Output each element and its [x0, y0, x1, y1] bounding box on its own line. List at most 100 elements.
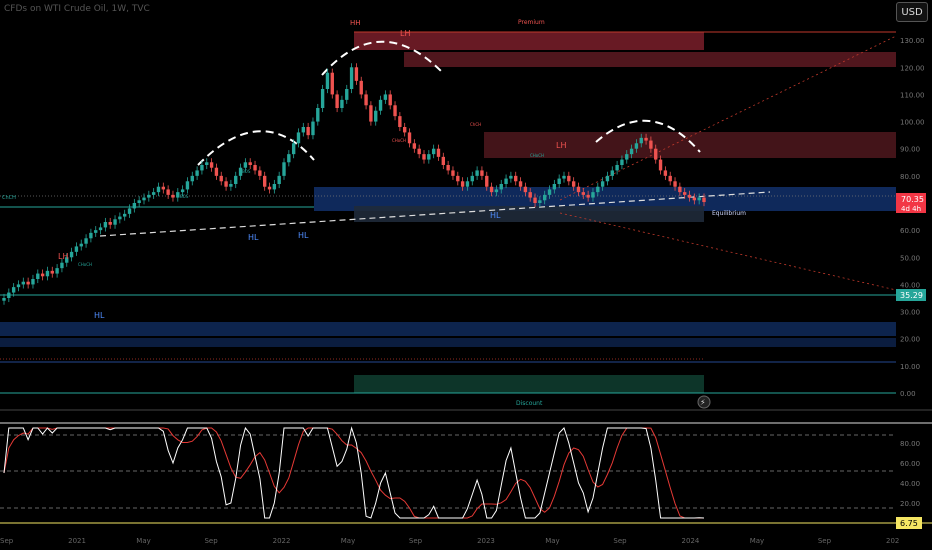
candle-body [398, 116, 402, 127]
price-tick: 0.00 [900, 390, 916, 398]
candle-body [465, 181, 470, 187]
candle-body [21, 281, 25, 285]
candle-body [291, 143, 296, 155]
price-tick: 110.00 [900, 91, 925, 99]
candle-body [422, 154, 426, 160]
candle-body [494, 189, 499, 193]
level-badge: 35.29 [896, 289, 926, 301]
discount-zone [354, 375, 704, 393]
candle-body [69, 251, 74, 258]
candle-body [538, 200, 542, 203]
candle-body [161, 186, 165, 190]
price-tick: 90.00 [900, 146, 920, 154]
candle-body [417, 148, 421, 155]
candle-body [301, 127, 305, 133]
candle-body [98, 227, 103, 231]
supply-zone [484, 132, 896, 158]
time-tick: 2024 [682, 537, 700, 545]
svg-text:70.35: 70.35 [901, 195, 924, 204]
candle-body [567, 175, 571, 182]
candle-body [523, 186, 528, 193]
candle-body [40, 273, 45, 277]
candle-body [118, 216, 122, 220]
reset-chart-button[interactable]: ⚡ [697, 395, 711, 409]
candle-body [518, 181, 523, 187]
candle-body [209, 162, 214, 168]
label-choch-4: ChCH [470, 122, 481, 127]
time-tick: Sep [409, 537, 423, 545]
candle-body [89, 232, 93, 239]
candle-body [147, 194, 151, 198]
candle-body [151, 192, 156, 195]
candle-body [11, 287, 16, 293]
label-hl-4: HL [94, 311, 105, 320]
candle-body [282, 162, 286, 176]
candle-body [359, 80, 363, 95]
candle-body [60, 262, 64, 269]
candle-body [596, 186, 600, 193]
candle-body [36, 273, 40, 279]
candle-body [658, 159, 663, 171]
label-choch-1: CHoCH [392, 138, 406, 143]
candle-body [403, 127, 407, 133]
candle-body [190, 175, 194, 182]
candle-body [581, 192, 585, 195]
label-hl-3: HL [490, 211, 501, 220]
candle-body [514, 175, 518, 182]
candle-body [639, 137, 643, 144]
candle-body [605, 175, 610, 182]
bolt-icon: ⚡ [700, 398, 706, 407]
candle-body [316, 108, 320, 122]
candle-body [427, 154, 431, 160]
candle-body [668, 175, 672, 182]
time-tick: Sep [613, 537, 627, 545]
osc-tick: 40.00 [900, 480, 920, 488]
label-bos-1: BOS [180, 194, 189, 199]
candle-body [499, 184, 503, 190]
candle-body [103, 222, 108, 228]
candle-body [692, 197, 697, 201]
candle-body [180, 189, 185, 193]
osc-tick: 20.00 [900, 500, 920, 508]
candle-body [16, 284, 21, 288]
candle-body [320, 89, 325, 108]
label-hh: HH [350, 19, 361, 27]
candle-body [446, 165, 450, 171]
label-hl-2: HL [298, 231, 309, 240]
chart-canvas[interactable]: HH LH LH LH HL HL HL HL CHoCH CHoCH BOS … [0, 0, 932, 550]
candle-body [615, 165, 619, 171]
price-tick: 120.00 [900, 64, 925, 72]
candle-body [543, 194, 547, 201]
candle-body [74, 246, 79, 252]
candle-body [7, 292, 11, 298]
equilibrium-band [354, 206, 704, 222]
candle-body [340, 99, 344, 108]
candle-body [678, 186, 682, 193]
price-tick: 50.00 [900, 254, 920, 262]
price-tick: 10.00 [900, 363, 920, 371]
candle-body [205, 162, 209, 165]
price-axis[interactable]: 130.00120.00110.00100.0090.0080.0070.006… [900, 37, 925, 398]
arc-left [197, 130, 315, 166]
oscillator-pane [0, 422, 932, 524]
candle-body [489, 186, 494, 193]
last-price-badge: 70.35 4d 4h [896, 193, 926, 213]
label-choch-5: ChCH [2, 195, 16, 201]
candle-body [26, 281, 30, 285]
svg-text:35.29: 35.29 [900, 291, 923, 300]
demand-zone-2 [0, 338, 896, 347]
candle-body [625, 154, 629, 160]
candle-body [369, 105, 373, 122]
candle-body [504, 178, 508, 184]
time-axis[interactable]: Sep 2021 May Sep 2022 May Sep 2023 May Sep 2024 May… [0, 537, 899, 545]
candle-body [50, 270, 54, 274]
candle-body [219, 175, 223, 182]
candle-body [673, 181, 677, 187]
label-equilibrium: Equilibrium [712, 210, 746, 217]
candle-body [485, 175, 489, 187]
candle-body [697, 197, 701, 201]
candle-body [547, 189, 552, 195]
candle-body [306, 127, 310, 136]
candle-body [2, 298, 6, 301]
candle-body [591, 192, 595, 198]
